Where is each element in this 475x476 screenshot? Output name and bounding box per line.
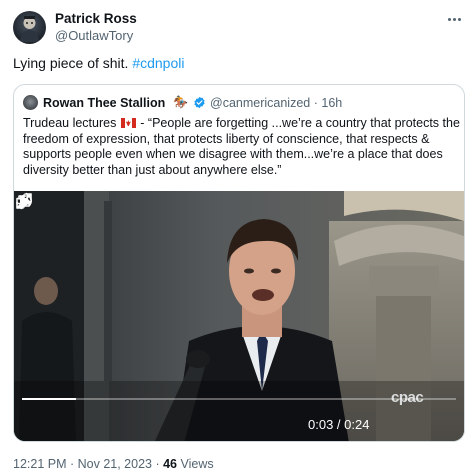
verified-badge-icon (194, 96, 205, 109)
quoted-author-name[interactable]: Rowan Thee Stallion (43, 96, 165, 110)
tweet-header: Patrick Ross @OutlawTory (13, 11, 465, 45)
tweet-timestamp[interactable]: 12:21 PM · Nov 21, 2023 (13, 457, 152, 471)
video-progress-bar[interactable] (22, 398, 456, 400)
tweet-text: Lying piece of shit. #cdnpoli (13, 55, 184, 71)
quoted-author-avatar[interactable] (23, 95, 38, 110)
quoted-tweet-text: Trudeau lectures - “People are forgettin… (23, 116, 461, 178)
views-label: Views (177, 457, 214, 471)
meta-separator: · (151, 457, 164, 471)
author-handle[interactable]: @OutlawTory (55, 28, 133, 43)
tweet-meta: 12:21 PM · Nov 21, 2023 · 46 Views (13, 457, 214, 471)
dot-separator: · (313, 96, 318, 110)
quoted-tweet[interactable]: Rowan Thee Stallion 🏇 @canmericanized · … (13, 84, 465, 442)
views-count: 46 (163, 457, 177, 471)
more-icon[interactable] (443, 11, 465, 27)
author-name[interactable]: Patrick Ross (55, 11, 137, 26)
fullscreen-icon[interactable] (14, 191, 34, 211)
quoted-author-handle-time: @canmericanized · 16h (210, 96, 342, 110)
quoted-tweet-header: Rowan Thee Stallion 🏇 @canmericanized · … (23, 95, 453, 111)
author-avatar[interactable] (13, 11, 46, 44)
video-player[interactable]: cpac 0:03 / 0:24 (14, 191, 464, 441)
canada-flag-icon (120, 118, 136, 128)
horse-racing-emoji: 🏇 (173, 95, 188, 109)
video-time: 0:03 / 0:24 (308, 417, 370, 432)
hashtag-link[interactable]: #cdnpoli (132, 55, 184, 71)
quoted-tweet-time[interactable]: 16h (321, 96, 342, 110)
quoted-author-handle[interactable]: @canmericanized (210, 96, 310, 110)
video-progress-fill (22, 398, 77, 400)
tweet-body: Lying piece of shit. (13, 55, 133, 71)
quoted-text-start: Trudeau lectures (23, 116, 117, 130)
